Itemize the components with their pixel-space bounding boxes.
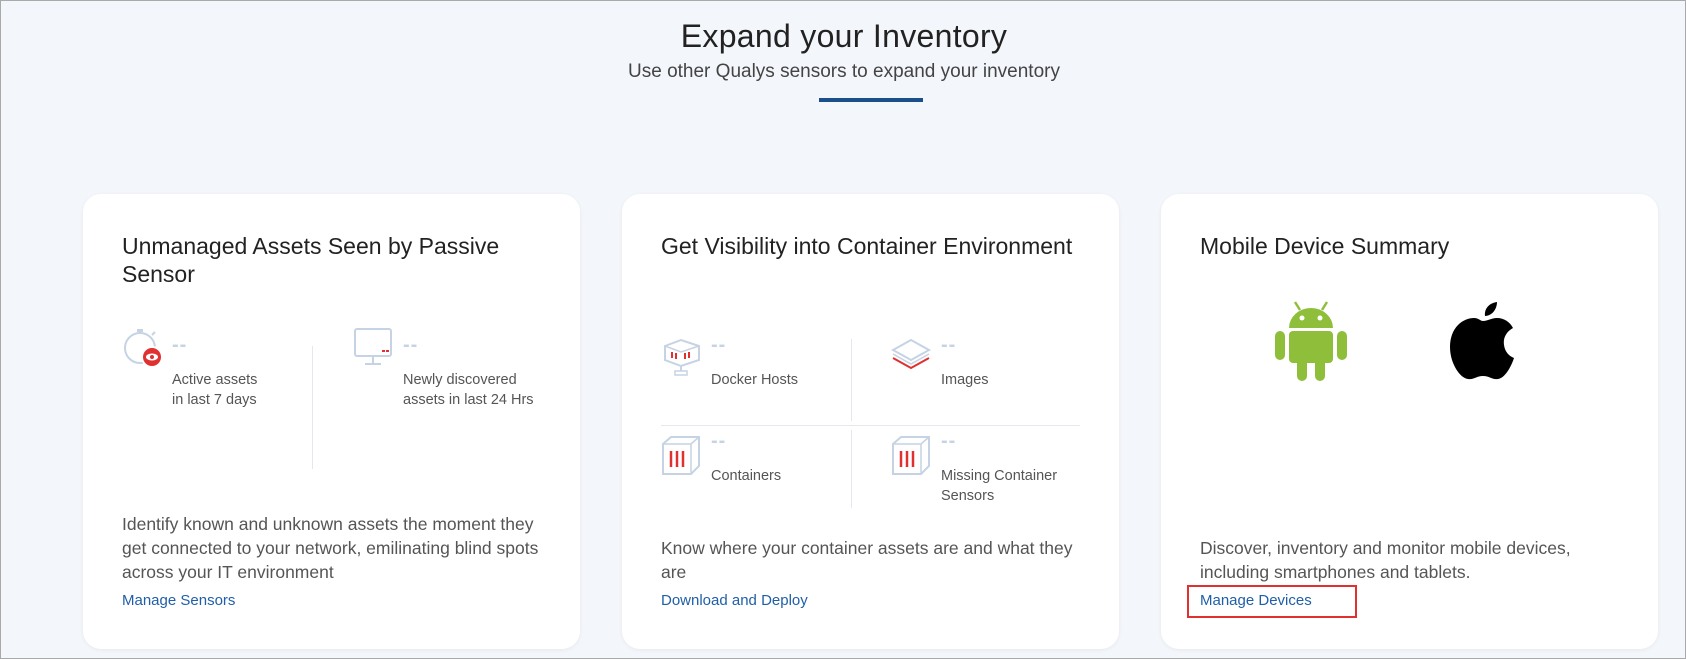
image-layers-icon [891,338,932,370]
card-title: Unmanaged Assets Seen by Passive Sensor [122,233,500,287]
new-assets-label-line1: Newly discovered [403,372,517,388]
missing-sensors-label-line2: Sensors [941,488,995,504]
containers-value: -- [711,430,727,452]
mobile-device-card: Mobile Device Summary Discover, inventor… [1161,194,1658,649]
images-metric: -- Images [891,334,1081,424]
metric-divider [851,430,852,508]
docker-hosts-label: Docker Hosts [711,372,799,388]
manage-devices-highlight [1187,585,1357,618]
page-subtitle: Use other Qualys sensors to expand your … [628,61,1060,82]
active-assets-value: -- [172,334,188,356]
apple-icon [1450,302,1514,380]
passive-sensor-stopwatch-icon [124,329,163,368]
card-title: Mobile Device Summary [1200,233,1450,259]
missing-sensors-label-line1: Missing Container [941,468,1058,484]
active-assets-metric: -- Active assets in last 7 days [122,326,302,446]
card-description: Know where your container assets are and… [661,538,1073,582]
containers-label: Containers [711,468,782,484]
title-underline [819,98,923,102]
new-assets-value: -- [403,334,419,356]
android-icon [1275,301,1347,381]
docker-hosts-value: -- [711,334,727,356]
metric-divider [851,339,852,421]
page-title: Expand your Inventory [680,18,1008,54]
images-label: Images [941,372,989,388]
active-assets-label-line1: Active assets [172,372,258,388]
page-frame: Expand your Inventory Use other Qualys s… [0,0,1686,659]
monitor-icon [354,328,392,365]
card-title: Get Visibility into Container Environmen… [661,233,1073,259]
new-assets-label-line2: assets in last 24 Hrs [403,392,534,408]
container-card: Get Visibility into Container Environmen… [622,194,1119,649]
docker-host-icon [664,338,700,376]
download-and-deploy-link[interactable]: Download and Deploy [661,592,808,609]
metric-divider [312,346,313,469]
card-description: Discover, inventory and monitor mobile d… [1200,538,1571,582]
metric-divider-horizontal [661,425,1080,426]
active-assets-label-line2: in last 7 days [172,392,257,408]
new-assets-metric: -- Newly discovered assets in last 24 Hr… [353,326,553,446]
manage-sensors-link[interactable]: Manage Sensors [122,592,235,609]
container-box-icon [892,436,930,475]
docker-hosts-metric: -- Docker Hosts [661,334,841,424]
missing-sensors-metric: -- Missing Container Sensors [891,430,1091,520]
passive-sensor-card: Unmanaged Assets Seen by Passive Sensor … [83,194,580,649]
containers-metric: -- Containers [661,430,841,520]
card-description: Identify known and unknown assets the mo… [122,514,539,582]
images-value: -- [941,334,957,356]
container-box-icon [662,436,700,475]
missing-sensors-value: -- [941,430,957,452]
